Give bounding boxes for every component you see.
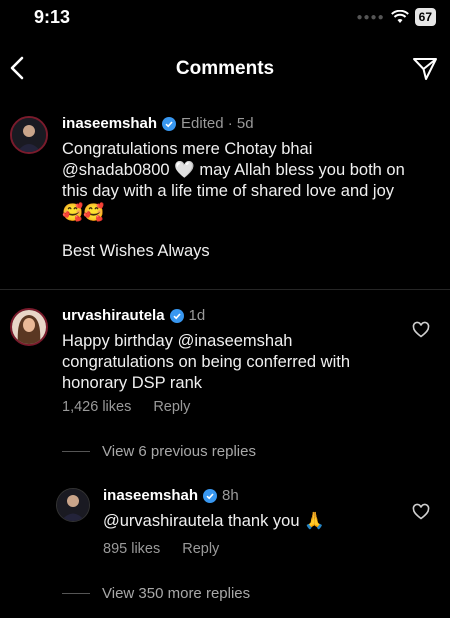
comment-meta: 8h: [222, 487, 239, 504]
folded-hands-emoji: 🙏: [304, 512, 325, 530]
replies-line: [62, 593, 90, 594]
comment-line: honorary DSP rank: [62, 374, 203, 392]
replies-line: [62, 451, 90, 452]
username[interactable]: inaseemshah: [103, 487, 198, 504]
comment-header: urvashirautela 1d: [62, 307, 205, 324]
status-time: 9:13: [34, 7, 71, 27]
reply-actions: 895 likes Reply: [103, 541, 219, 557]
verified-badge-icon: [203, 488, 218, 503]
comments-header: Comments: [0, 44, 450, 94]
username[interactable]: urvashirautela: [62, 307, 165, 324]
view-replies-label[interactable]: View 6 previous replies: [102, 443, 256, 460]
avatar[interactable]: [56, 488, 90, 522]
caption-comment: inaseemshah Edited · 5d Congratulations …: [0, 108, 450, 288]
divider: [0, 289, 450, 290]
comment-line-text: may Allah bless you both on: [199, 161, 405, 179]
heart-outline-icon[interactable]: [412, 503, 430, 521]
reply-button[interactable]: Reply: [182, 541, 219, 557]
comment-line: this day with a life time of shared love…: [62, 182, 395, 200]
comment-item: urvashirautela 1d Happy birthday @inasee…: [0, 300, 450, 480]
profile-photo: [57, 489, 89, 521]
likes-count[interactable]: 895 likes: [103, 541, 160, 557]
status-indicators: ●●●● 67: [356, 8, 436, 26]
comment-line: Best Wishes Always: [62, 242, 210, 260]
view-more-replies[interactable]: View 350 more replies: [62, 585, 250, 602]
comment-actions: 1,426 likes Reply: [62, 399, 190, 415]
comment-line: congratulations on being conferred with: [62, 353, 351, 371]
comment-line: Happy birthday @inaseemshah: [62, 332, 293, 350]
battery-indicator: 67: [414, 8, 436, 26]
comment-meta: 1d: [188, 307, 206, 324]
view-previous-replies[interactable]: View 6 previous replies: [62, 443, 256, 460]
page-title: Comments: [175, 58, 275, 79]
verified-badge-icon: [169, 308, 184, 323]
avatar[interactable]: [10, 116, 48, 154]
verified-badge-icon: [162, 116, 177, 131]
emoji-line: 🥰🥰: [62, 203, 105, 222]
likes-count[interactable]: 1,426 likes: [62, 399, 131, 415]
avatar[interactable]: [10, 308, 48, 346]
reply-item: inaseemshah 8h @urvashirautela thank you…: [0, 482, 450, 618]
heart-outline-icon[interactable]: [412, 321, 430, 339]
reply-button[interactable]: Reply: [153, 399, 190, 415]
paper-plane-icon[interactable]: [412, 56, 438, 82]
comment-text: Happy birthday @inaseemshah congratulati…: [62, 331, 412, 394]
status-bar: 9:13 ●●●● 67: [0, 0, 450, 40]
comment-header: inaseemshah Edited · 5d: [62, 115, 254, 132]
profile-photo: [12, 118, 46, 152]
white-heart-emoji: 🤍: [174, 161, 195, 179]
comment-text: Congratulations mere Chotay bhai @shadab…: [62, 139, 442, 262]
comment-line: @shadab0800 🤍 may Allah bless you both o…: [62, 160, 442, 181]
mention-link[interactable]: @shadab0800: [62, 161, 170, 179]
reply-text-content: @urvashirautela thank you: [103, 512, 300, 530]
reply-text: @urvashirautela thank you 🙏: [103, 511, 403, 532]
profile-photo: [12, 310, 46, 344]
view-replies-label[interactable]: View 350 more replies: [102, 585, 250, 602]
comment-header: inaseemshah 8h: [103, 487, 239, 504]
comment-line: Congratulations mere Chotay bhai: [62, 140, 313, 158]
username[interactable]: inaseemshah: [62, 115, 157, 132]
cellular-signal-icon: ●●●●: [356, 11, 385, 23]
wifi-icon: [390, 10, 409, 23]
comment-meta: Edited · 5d: [181, 115, 254, 132]
